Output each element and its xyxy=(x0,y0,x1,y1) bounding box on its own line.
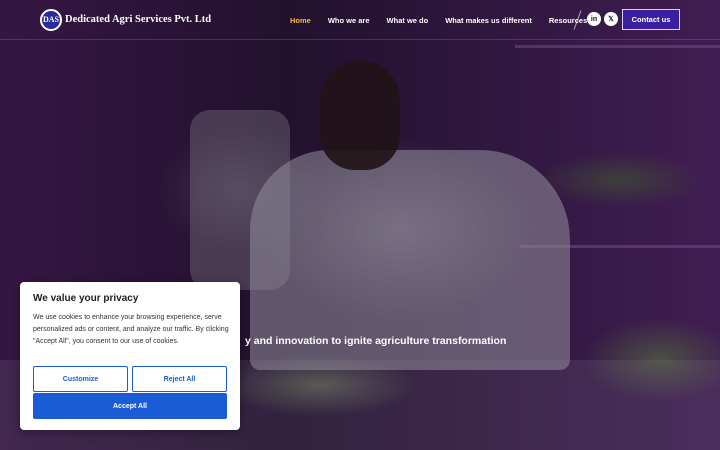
reject-all-button[interactable]: Reject All xyxy=(132,366,227,392)
nav-what-we-do[interactable]: What we do xyxy=(387,16,429,25)
nav-resources-label: Resources xyxy=(548,15,588,25)
cookie-title: We value your privacy xyxy=(33,293,139,304)
linkedin-icon[interactable]: in xyxy=(587,12,601,26)
cookie-description: We use cookies to enhance your browsing … xyxy=(33,314,229,345)
logo[interactable]: DAS Dedicated Agri Services Pvt. Ltd xyxy=(40,8,212,31)
nav-what-makes-us-different[interactable]: What makes us different xyxy=(445,16,532,25)
main-menu: Home Who we are What we do What makes us… xyxy=(290,0,608,40)
top-navigation: DAS Dedicated Agri Services Pvt. Ltd Hom… xyxy=(0,0,720,40)
contact-us-button[interactable]: Contact us xyxy=(622,9,680,30)
logo-badge: DAS xyxy=(40,8,62,31)
nav-home[interactable]: Home xyxy=(290,16,311,25)
cookie-consent-dialog: We value your privacy We use cookies to … xyxy=(20,282,240,430)
shelf xyxy=(515,45,720,48)
nav-resources[interactable]: Resources▾ xyxy=(549,16,591,25)
microscope-image xyxy=(190,110,290,290)
nav-who-we-are[interactable]: Who we are xyxy=(328,16,370,25)
company-name: Dedicated Agri Services Pvt. Ltd xyxy=(65,14,212,25)
accept-all-button[interactable]: Accept All xyxy=(33,393,227,419)
customize-button[interactable]: Customize xyxy=(33,366,128,392)
hero-tagline: y and innovation to ignite agriculture t… xyxy=(245,335,507,347)
shelf xyxy=(520,245,720,248)
scientist-head-image xyxy=(320,60,400,170)
x-icon[interactable]: 𝕏 xyxy=(604,12,618,26)
